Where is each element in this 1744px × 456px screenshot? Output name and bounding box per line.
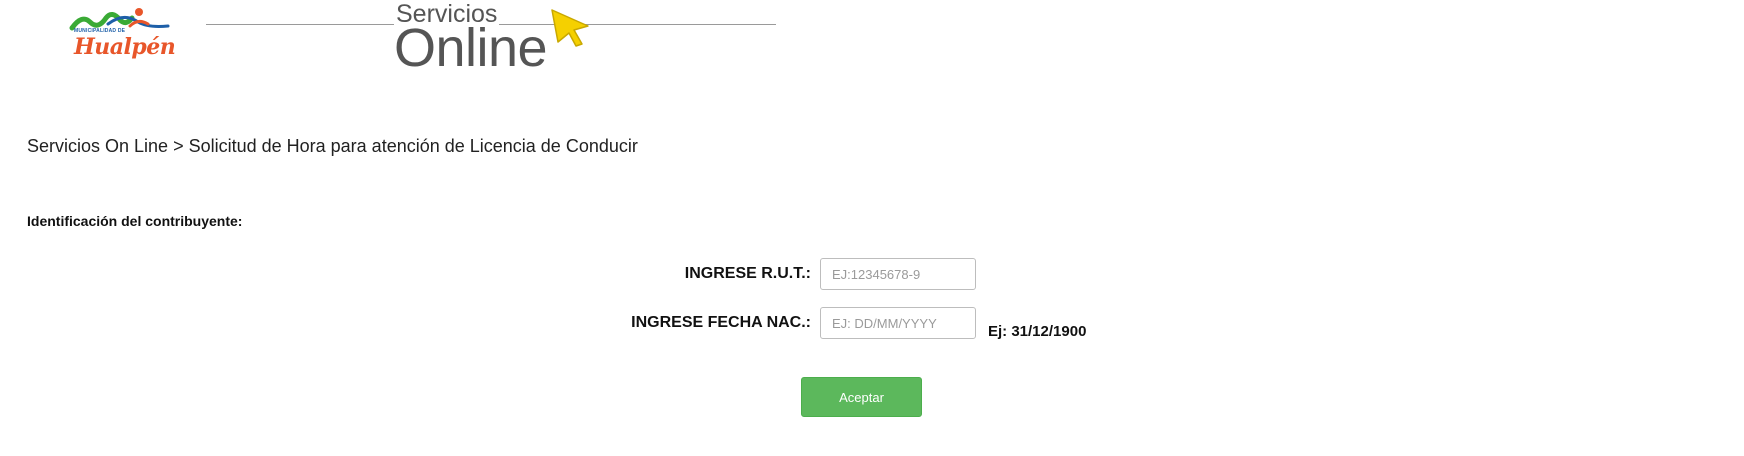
rut-input[interactable] xyxy=(820,258,976,290)
section-title: Identificación del contribuyente: xyxy=(27,213,243,229)
breadcrumb: Servicios On Line > Solicitud de Hora pa… xyxy=(27,136,638,156)
birth-date-hint: Ej: 31/12/1900 xyxy=(988,323,1087,340)
birth-date-input[interactable] xyxy=(820,307,976,339)
mouse-pointer-icon xyxy=(551,9,589,47)
rut-label: INGRESE R.U.T.: xyxy=(684,265,811,282)
header-title-bottom: Online xyxy=(394,18,548,78)
accept-button[interactable]: Aceptar xyxy=(801,377,922,417)
birth-date-label: INGRESE FECHA NAC.: xyxy=(631,314,811,331)
logo-name: Hualpén xyxy=(74,34,176,60)
municipality-logo[interactable]: MUNICIPALIDAD DE Hualpén xyxy=(68,6,180,68)
